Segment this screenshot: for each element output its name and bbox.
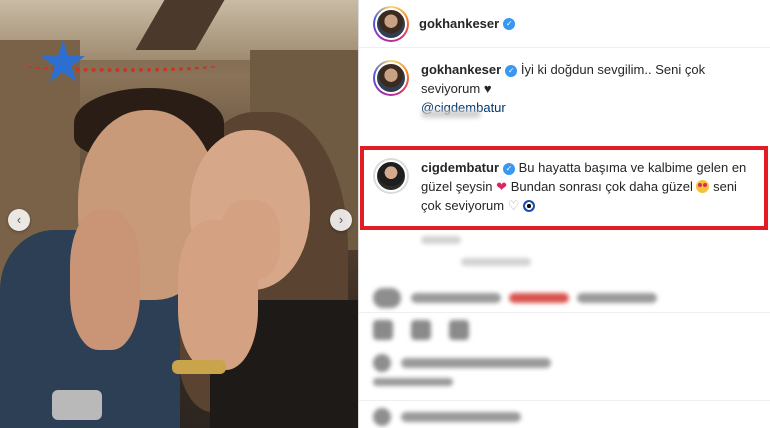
like-icon[interactable] xyxy=(373,320,393,340)
blurred-comment-row xyxy=(373,288,657,308)
heart-icon: ♥ xyxy=(483,81,492,96)
divider xyxy=(359,400,770,401)
verified-badge-icon: ✓ xyxy=(503,17,516,30)
view-replies-blurred xyxy=(461,258,531,266)
action-icons-row xyxy=(373,320,487,340)
carousel-prev-button[interactable]: ‹ xyxy=(8,209,30,231)
author-username[interactable]: gokhankeser xyxy=(419,16,499,31)
date-row-blurred xyxy=(373,378,453,386)
comment-icon[interactable] xyxy=(411,320,431,340)
carousel-next-button[interactable]: › xyxy=(330,209,352,231)
bracelet xyxy=(172,360,226,374)
share-icon[interactable] xyxy=(449,320,469,340)
caption-time-blurred xyxy=(421,110,481,118)
man-hand xyxy=(70,210,140,350)
likes-row-blurred xyxy=(373,354,551,372)
comment-meta-blurred xyxy=(421,236,461,244)
divider xyxy=(359,312,770,313)
post-header: gokhankeser ✓ xyxy=(359,0,770,48)
caption: gokhankeser ✓ İyi ki doğdun sevgilim.. Se… xyxy=(373,60,751,117)
highlight-box xyxy=(360,146,768,230)
woman-hand-2 xyxy=(220,200,280,280)
author-avatar[interactable] xyxy=(373,5,409,42)
post-photo: ‹ › xyxy=(0,0,358,428)
caption-avatar[interactable] xyxy=(373,60,409,96)
caption-username[interactable]: gokhankeser xyxy=(421,62,501,77)
caption-text: gokhankeser ✓ İyi ki doğdun sevgilim.. Se… xyxy=(421,60,751,117)
verified-badge-icon: ✓ xyxy=(505,64,518,77)
wristwatch xyxy=(52,390,102,420)
add-comment-blurred[interactable] xyxy=(373,408,521,426)
